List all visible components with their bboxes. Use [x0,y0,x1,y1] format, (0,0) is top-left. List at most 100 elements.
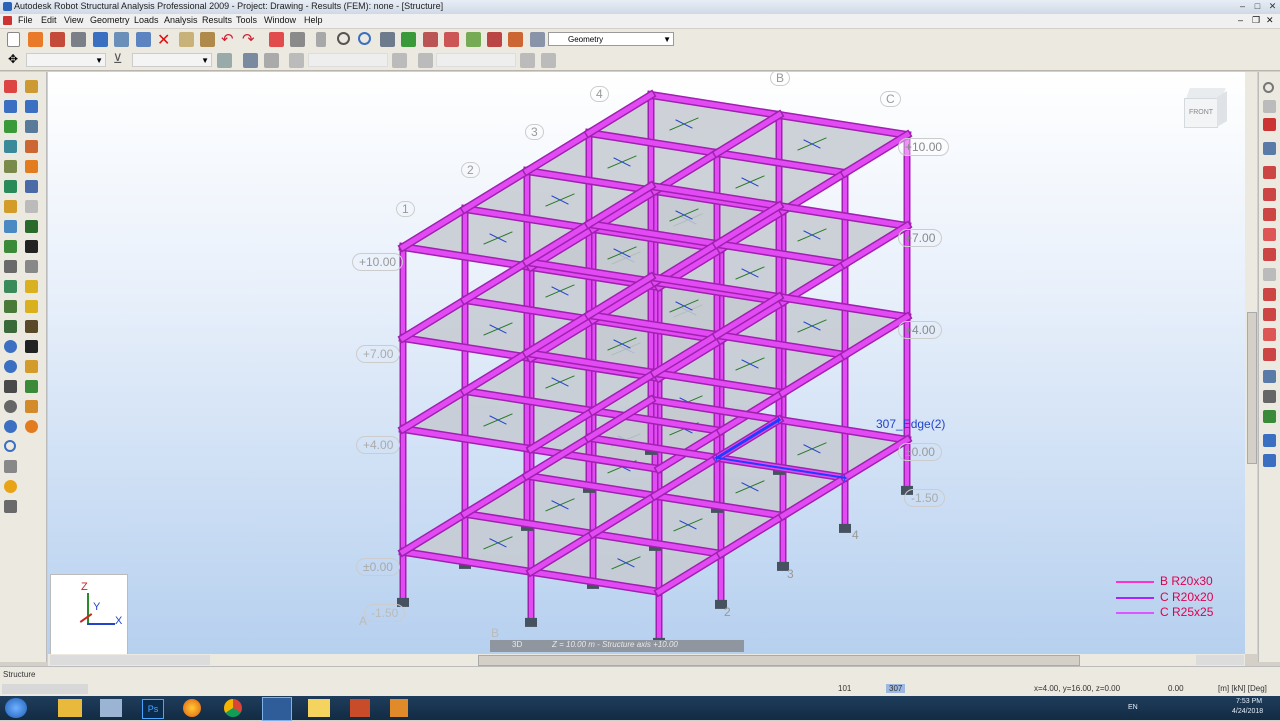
zoom-icon[interactable] [337,32,350,45]
table-tool-icon[interactable] [1263,390,1276,403]
view-icon[interactable] [25,360,38,373]
color-icon[interactable] [4,480,17,493]
layers-icon[interactable] [4,460,17,473]
view-buttons[interactable] [1196,655,1244,665]
panel-icon[interactable] [4,120,17,133]
snap-settings-icon[interactable] [380,32,395,47]
orient-icon[interactable] [1263,100,1276,113]
horizontal-scroll-thumb[interactable] [478,655,1080,666]
bars-icon[interactable] [423,32,438,47]
viewcube[interactable]: FRONT [1184,88,1228,132]
section-icon[interactable] [289,53,304,68]
vertical-scrollbar[interactable] [1245,72,1257,654]
frame-icon[interactable] [4,100,17,113]
display-tool-icon[interactable] [4,500,17,513]
new-file-icon[interactable] [7,32,20,47]
search-icon[interactable] [4,440,16,452]
model-icon[interactable] [93,32,108,47]
link-icon[interactable] [520,53,535,68]
selection-combo[interactable]: ▼ [26,53,106,67]
material-icon[interactable] [392,53,407,68]
save-icon[interactable] [50,32,65,47]
close-view-icon[interactable] [1263,118,1276,131]
loads-icon[interactable] [466,32,481,47]
scale-icon[interactable] [25,260,38,273]
menu-analysis[interactable]: Analysis [164,15,198,25]
nodes-icon[interactable] [4,80,17,93]
line-icon[interactable] [4,200,17,213]
support-tool-icon[interactable] [4,140,17,153]
angle-icon[interactable] [1263,328,1276,341]
calc-icon[interactable] [508,32,523,47]
print-icon[interactable] [71,32,86,47]
photoshop-icon[interactable]: Ps [142,699,164,719]
display-icon[interactable] [243,53,258,68]
grid-icon[interactable] [264,53,279,68]
solid-icon[interactable] [25,120,38,133]
explorer-icon[interactable] [58,699,82,717]
menu-file[interactable]: File [18,15,33,25]
analysis-icon[interactable] [487,32,502,47]
paste-icon[interactable] [200,32,215,47]
zoom-window-icon[interactable] [358,32,371,45]
layout-icon[interactable] [530,32,545,47]
clock-date[interactable]: 4/24/2018 [1232,708,1263,715]
intersect-icon[interactable] [25,300,38,313]
render-icon[interactable] [25,420,38,433]
extend-icon[interactable] [4,300,17,313]
offset-icon[interactable] [541,53,556,68]
release-tool-icon[interactable] [25,160,38,173]
mdi-minimize-button[interactable]: – [1238,15,1243,25]
undo-icon[interactable]: ↶ [221,30,234,48]
preview-icon[interactable] [114,32,129,47]
menu-view[interactable]: View [64,15,83,25]
measure-icon[interactable] [4,320,17,333]
list-icon[interactable] [290,32,305,47]
pen-icon[interactable] [25,320,38,333]
polygon-icon[interactable] [25,220,38,233]
structure-model[interactable]: + + + [48,72,1245,654]
move-icon[interactable] [25,240,38,253]
zoom-in-icon[interactable] [4,360,17,373]
arc-icon[interactable] [25,200,38,213]
viewcube-side[interactable] [1217,91,1227,127]
capture-icon[interactable] [136,32,151,47]
truss-icon[interactable] [1263,248,1276,261]
footing-icon[interactable] [1263,370,1276,383]
report-icon[interactable] [1263,434,1276,447]
open-file-icon[interactable] [28,32,43,47]
view-tabs[interactable] [50,655,210,665]
perspective-icon[interactable] [4,420,17,433]
menu-tools[interactable]: Tools [236,15,257,25]
structure-icon[interactable] [401,32,416,47]
slab-icon[interactable] [1263,348,1276,361]
folder-icon[interactable] [308,699,330,717]
minimize-button[interactable]: – [1236,1,1249,11]
cursor-icon[interactable]: ✥ [8,52,18,66]
trim-icon[interactable] [25,280,38,293]
rotate-icon[interactable] [4,260,17,273]
rect-icon[interactable] [4,220,17,233]
mdi-restore-button[interactable]: ❐ [1252,15,1260,26]
menu-help[interactable]: Help [304,15,323,25]
zoom-all-icon[interactable] [4,380,17,393]
menu-results[interactable]: Results [202,15,232,25]
redo-icon[interactable]: ↷ [242,30,255,48]
horizontal-scrollbar[interactable] [48,654,1245,666]
pan-icon[interactable] [25,340,38,353]
menu-window[interactable]: Window [264,15,296,25]
robot-app-icon[interactable] [262,697,292,721]
supports-icon[interactable] [444,32,459,47]
filter-icon[interactable]: ⊻ [113,51,123,67]
firefox-icon[interactable] [183,699,201,717]
section-tool-icon[interactable] [25,140,38,153]
chevron-down-icon[interactable]: ▼ [201,54,209,68]
model-viewport[interactable]: + + + B C 4 3 2 1 4 3 2 A B +10.00 +7.00 +… [48,72,1245,654]
gear-icon[interactable] [1263,82,1274,93]
layout-combo[interactable]: Geometry ▼ [548,32,674,46]
wall-icon[interactable] [1263,268,1276,281]
tee-icon[interactable] [1263,308,1276,321]
mode-icon[interactable] [217,53,232,68]
extrude-icon[interactable] [4,240,17,253]
beam-icon[interactable] [1263,188,1276,201]
